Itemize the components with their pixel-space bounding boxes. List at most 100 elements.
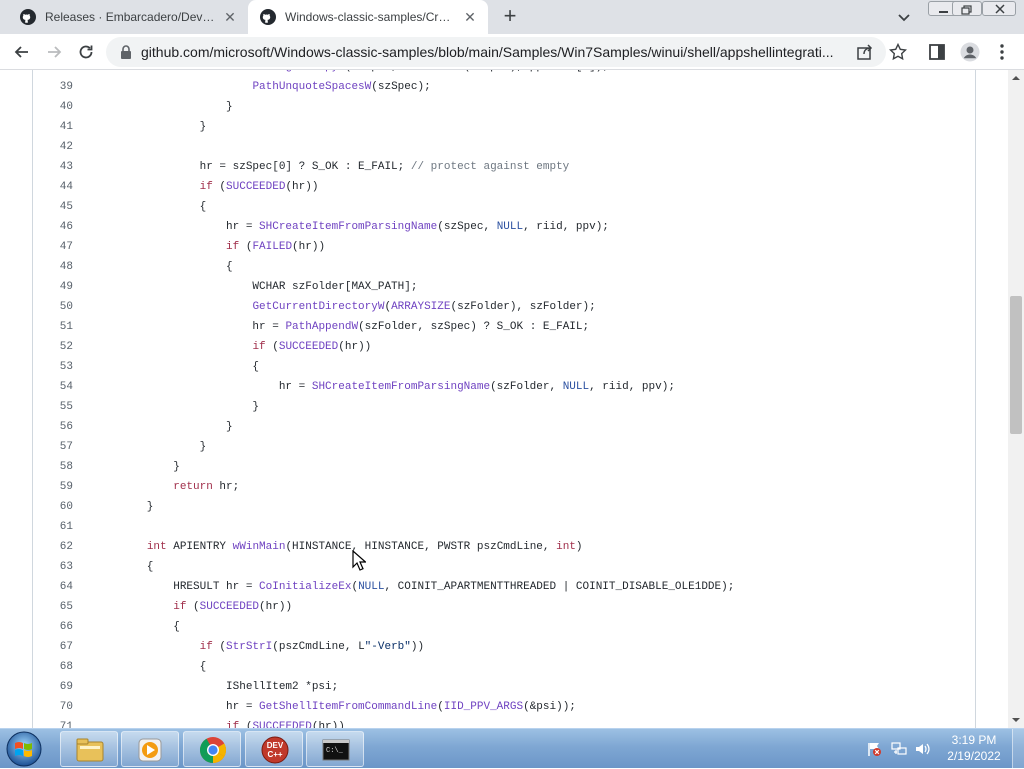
volume-icon[interactable] xyxy=(914,741,930,757)
scroll-down-arrow-icon[interactable] xyxy=(1008,712,1024,728)
line-number[interactable]: 52 xyxy=(33,337,73,357)
line-number[interactable]: 47 xyxy=(33,237,73,257)
line-number[interactable]: 59 xyxy=(33,477,73,497)
line-number[interactable]: 49 xyxy=(33,277,73,297)
share-icon[interactable] xyxy=(856,43,874,61)
line-number[interactable]: 53 xyxy=(33,357,73,377)
code-text: GetCurrentDirectoryW(ARRAYSIZE(szFolder)… xyxy=(94,297,595,317)
tab-releases-dev-cpp[interactable]: Releases · Embarcadero/Dev-Cpp ✕ xyxy=(8,0,248,34)
line-number[interactable]: 62 xyxy=(33,537,73,557)
code-text: if (SUCCEEDED(hr)) xyxy=(94,177,319,197)
line-number[interactable]: 39 xyxy=(33,77,73,97)
line-number[interactable]: 54 xyxy=(33,377,73,397)
code-line: 41 } xyxy=(33,117,975,137)
line-number[interactable]: 57 xyxy=(33,437,73,457)
code-text: StringCchCopyW(szSpec, ARRAYSIZE(szSpec)… xyxy=(94,70,609,77)
bookmark-star-icon[interactable] xyxy=(889,43,907,61)
line-number[interactable]: 50 xyxy=(33,297,73,317)
line-number[interactable]: 65 xyxy=(33,597,73,617)
line-number[interactable]: 41 xyxy=(33,117,73,137)
taskbar-google-chrome[interactable] xyxy=(183,731,241,767)
code-text: { xyxy=(94,557,154,577)
forward-arrow-icon[interactable] xyxy=(44,42,64,62)
code-token: // protect against empty xyxy=(410,161,570,173)
tab-close-icon[interactable]: ✕ xyxy=(222,9,238,26)
windows-start-orb-icon[interactable] xyxy=(4,730,44,768)
show-desktop-button[interactable] xyxy=(1012,729,1024,769)
line-number[interactable]: 40 xyxy=(33,97,73,117)
line-number[interactable]: 60 xyxy=(33,497,73,517)
line-number[interactable]: 43 xyxy=(33,157,73,177)
close-window-button[interactable] xyxy=(982,1,1016,16)
code-text: } xyxy=(94,97,233,117)
code-text: int APIENTRY wWinMain(HINSTANCE, HINSTAN… xyxy=(94,537,583,557)
code-token: if xyxy=(199,641,213,653)
close-icon xyxy=(995,4,1005,14)
taskbar-media-player[interactable] xyxy=(121,731,179,767)
code-text: hr = szSpec[0] ? S_OK : E_FAIL; // prote… xyxy=(94,157,570,177)
code-token: CoInitializeEx xyxy=(259,581,352,593)
taskbar-command-prompt[interactable]: C:\_ xyxy=(306,731,364,767)
line-number[interactable]: 38 xyxy=(33,70,73,77)
line-number[interactable]: 69 xyxy=(33,677,73,697)
line-number[interactable]: 58 xyxy=(33,457,73,477)
code-line: 62 int APIENTRY wWinMain(HINSTANCE, HINS… xyxy=(33,537,975,557)
tab-close-icon[interactable]: ✕ xyxy=(462,9,478,26)
scroll-up-arrow-icon[interactable] xyxy=(1008,70,1024,86)
line-number[interactable]: 61 xyxy=(33,517,73,537)
line-number[interactable]: 48 xyxy=(33,257,73,277)
code-text: IShellItem2 *psi; xyxy=(94,677,338,697)
address-bar[interactable]: github.com/microsoft/Windows-classic-sam… xyxy=(106,37,886,67)
lock-icon[interactable] xyxy=(120,45,132,59)
code-text: hr = PathAppendW(szFolder, szSpec) ? S_O… xyxy=(94,317,589,337)
line-number[interactable]: 70 xyxy=(33,697,73,717)
reload-icon[interactable] xyxy=(76,42,96,62)
line-number[interactable]: 66 xyxy=(33,617,73,637)
side-panel-icon[interactable] xyxy=(928,43,946,61)
code-token: (hr)) xyxy=(338,341,372,353)
line-number[interactable]: 56 xyxy=(33,417,73,437)
code-line: 67 if (StrStrI(pszCmdLine, L"-Verb")) xyxy=(33,637,975,657)
line-number[interactable]: 44 xyxy=(33,177,73,197)
action-center-flag-icon[interactable] xyxy=(866,741,882,757)
line-number[interactable]: 45 xyxy=(33,197,73,217)
kebab-menu-icon[interactable] xyxy=(994,43,1010,61)
tab-search-chevron-icon[interactable] xyxy=(896,9,912,25)
line-number[interactable]: 46 xyxy=(33,217,73,237)
code-text: if (SUCCEEDED(hr)) xyxy=(94,337,371,357)
code-text: } xyxy=(94,497,154,517)
code-line: 71 if (SUCCEEDED(hr)) xyxy=(33,717,975,728)
line-number[interactable]: 67 xyxy=(33,637,73,657)
code-token: } xyxy=(94,461,180,473)
restore-button[interactable] xyxy=(952,1,982,16)
taskbar-dev-cpp[interactable]: DEV C++ xyxy=(245,731,303,767)
code-token: SUCCEEDED xyxy=(278,341,339,353)
line-number[interactable]: 42 xyxy=(33,137,73,157)
scrollbar-thumb[interactable] xyxy=(1010,296,1022,434)
code-token: SUCCEEDED xyxy=(252,721,312,728)
profile-avatar-icon[interactable] xyxy=(960,42,980,62)
code-token: hr = xyxy=(94,701,260,713)
line-number[interactable]: 63 xyxy=(33,557,73,577)
back-arrow-icon[interactable] xyxy=(12,42,32,62)
code-token: SUCCEEDED xyxy=(226,181,286,193)
code-text: hr = GetShellItemFromCommandLine(IID_PPV… xyxy=(94,697,576,717)
code-token: (szSpec); xyxy=(371,81,431,93)
code-token: ( xyxy=(437,701,444,713)
code-line: 68 { xyxy=(33,657,975,677)
taskbar-windows-explorer[interactable] xyxy=(60,731,118,767)
tab-windows-classic-samples[interactable]: Windows-classic-samples/CreateProcess ✕ xyxy=(248,0,488,34)
code-token: (szFolder, xyxy=(490,381,563,393)
line-number[interactable]: 71 xyxy=(33,717,73,728)
network-icon[interactable] xyxy=(891,741,907,757)
code-token: ( xyxy=(212,181,227,193)
line-number[interactable]: 55 xyxy=(33,397,73,417)
code-text: if (StrStrI(pszCmdLine, L"-Verb")) xyxy=(94,637,424,657)
new-tab-button[interactable]: + xyxy=(498,5,522,29)
line-number[interactable]: 51 xyxy=(33,317,73,337)
taskbar-clock[interactable]: 3:19 PM 2/19/2022 xyxy=(940,732,1008,764)
line-number[interactable]: 68 xyxy=(33,657,73,677)
vertical-scrollbar[interactable] xyxy=(1008,70,1024,728)
line-number[interactable]: 64 xyxy=(33,577,73,597)
